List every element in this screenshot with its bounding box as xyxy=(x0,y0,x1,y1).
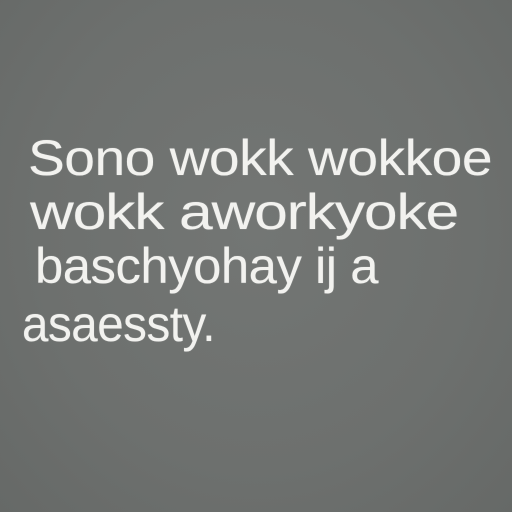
text-line-4: asaessty. xyxy=(22,296,215,352)
text-line-2: wokk aworkyoke xyxy=(30,184,459,240)
text-line-1: Sono wokk wokkoe xyxy=(28,130,493,186)
text-line-3: baschyohay ij a xyxy=(35,238,379,294)
